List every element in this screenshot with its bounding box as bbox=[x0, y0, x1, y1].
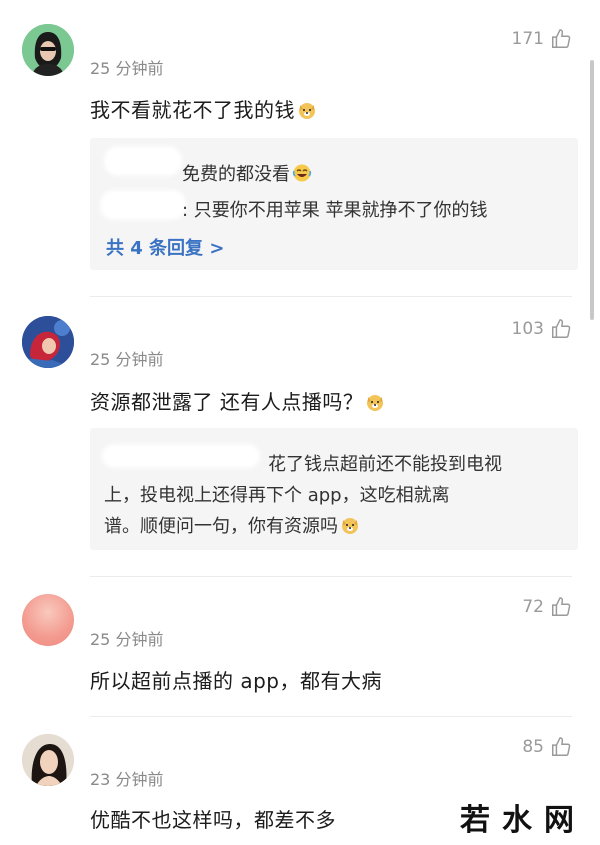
doge-emoji-icon bbox=[342, 518, 358, 534]
like-count: 103 bbox=[511, 319, 544, 339]
comment-time: 23 分钟前 bbox=[90, 770, 164, 789]
divider bbox=[90, 296, 572, 297]
like-count: 85 bbox=[522, 737, 544, 757]
like-count: 171 bbox=[511, 29, 544, 49]
comment-time: 25 分钟前 bbox=[90, 59, 164, 78]
watermark: 若水网 bbox=[460, 803, 586, 838]
divider bbox=[90, 716, 572, 717]
reply-text: : 只要你不用苹果 苹果就挣不了你的钱 bbox=[182, 200, 488, 221]
like-button[interactable]: 72 bbox=[522, 596, 572, 618]
thumbs-up-icon bbox=[552, 29, 571, 48]
blurred-username bbox=[102, 444, 260, 468]
reply-text: 上，投电视上还得再下个 app，这吃相就离 bbox=[104, 485, 450, 506]
divider bbox=[90, 576, 572, 577]
comment-text: 资源都泄露了 还有人点播吗？ bbox=[90, 386, 385, 415]
reply-text: 免费的都没看 bbox=[182, 160, 312, 186]
scrollbar[interactable] bbox=[590, 60, 594, 320]
thumbs-up-icon bbox=[552, 319, 571, 338]
thumbs-up-icon bbox=[552, 597, 571, 616]
comment-text: 所以超前点播的 app，都有大病 bbox=[90, 669, 383, 693]
doge-emoji-icon bbox=[367, 395, 384, 411]
avatar[interactable] bbox=[22, 24, 74, 76]
like-button[interactable]: 85 bbox=[522, 736, 572, 758]
view-more-replies-link[interactable]: 共 4 条回复 > bbox=[106, 234, 224, 260]
like-button[interactable]: 103 bbox=[512, 318, 572, 340]
reply-text: 谱。顺便问一句，你有资源吗 bbox=[104, 512, 360, 538]
comment-time: 25 分钟前 bbox=[90, 630, 164, 649]
avatar[interactable] bbox=[22, 594, 74, 646]
blurred-username bbox=[100, 190, 186, 220]
comment-text: 优酷不也这样吗，都差不多 bbox=[90, 808, 336, 832]
laughing-emoji-icon bbox=[292, 164, 312, 182]
like-count: 72 bbox=[522, 597, 544, 617]
comment-time: 25 分钟前 bbox=[90, 350, 164, 369]
avatar[interactable] bbox=[22, 734, 74, 786]
doge-emoji-icon bbox=[299, 103, 315, 119]
avatar[interactable] bbox=[22, 316, 74, 368]
thumbs-up-icon bbox=[552, 737, 571, 756]
comment-text: 我不看就花不了我的钱 bbox=[90, 94, 317, 123]
reply-text: 花了钱点超前还不能投到电视 bbox=[268, 454, 502, 475]
like-button[interactable]: 171 bbox=[512, 28, 572, 50]
blurred-username bbox=[104, 146, 182, 176]
